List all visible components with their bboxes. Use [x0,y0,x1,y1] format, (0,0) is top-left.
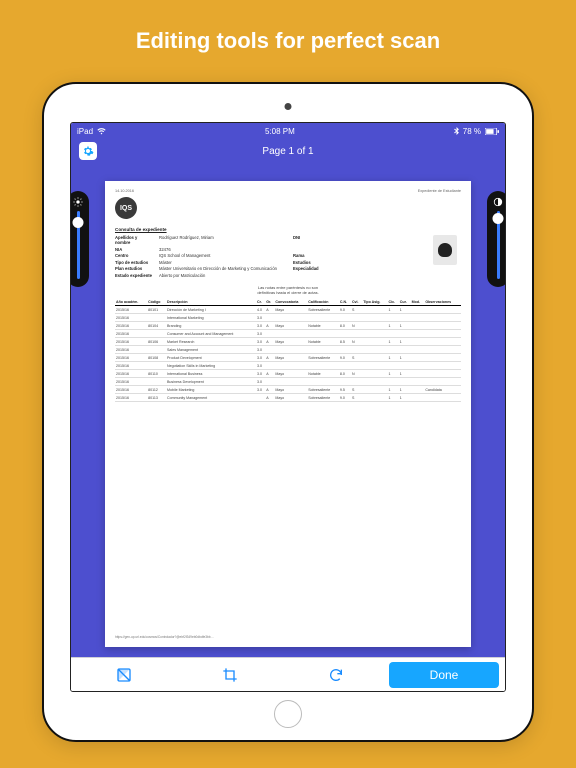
settings-button[interactable] [79,142,97,160]
brightness-icon [73,197,83,207]
table-row: 2015/1680108Product Development3.0AMayoS… [115,354,461,362]
table-row: 2015/1680113Community ManagementAMayoSob… [115,394,461,402]
grades-table: Año académ.CódigoDescripciónCr.Gr.Convoc… [115,299,461,402]
doc-date: 14.10.2016 [115,189,134,193]
table-row: 2015/16International Marketing3.0 [115,314,461,322]
table-row: 2015/16Business Development3.0 [115,378,461,386]
table-row: 2015/1680101Dirección de Marketing I4.0A… [115,306,461,314]
doc-footer-url: https://gen-up.url.edu/cosmos/Controlado… [115,631,461,639]
page-title: Page 1 of 1 [262,146,313,157]
slider-knob[interactable] [73,217,84,228]
rotate-button[interactable] [283,667,389,683]
table-row: 2015/16Consumer and Account and Manageme… [115,330,461,338]
tablet-frame: iPad 5:08 PM 78 % Page 1 of 1 [42,82,534,742]
wifi-icon [97,128,106,135]
table-row: 2015/16Negotiation Skills in Marketing3.… [115,362,461,370]
nav-bar: Page 1 of 1 [71,139,505,163]
contrast-icon [493,197,503,207]
scanned-document[interactable]: 14.10.2016 Expediente de Estudiante IQS … [105,181,471,647]
slider-track[interactable] [497,211,500,279]
screen: iPad 5:08 PM 78 % Page 1 of 1 [70,122,506,692]
battery-icon [485,128,499,135]
battery-label: 78 % [463,127,481,136]
slider-knob[interactable] [493,213,504,224]
table-row: 2015/1680104Branding3.0AMayoNotable8.0N1… [115,322,461,330]
doc-header: Expediente de Estudiante [418,189,461,193]
brightness-slider[interactable] [70,191,89,287]
logo-badge: IQS [115,197,137,219]
filter-button[interactable] [71,667,177,683]
promo-headline: Editing tools for perfect scan [0,28,576,54]
doc-note: Las notas entre paréntesis no sondefinit… [115,285,461,295]
slider-track[interactable] [77,211,80,279]
table-row: 2015/16Sales Management3.0 [115,346,461,354]
contrast-slider[interactable] [487,191,506,287]
crop-button[interactable] [177,667,283,683]
table-row: 2015/1680106Market Research3.0AMayoNotab… [115,338,461,346]
editor-area: 14.10.2016 Expediente de Estudiante IQS … [71,163,505,657]
tablet-camera [285,103,292,110]
home-button [274,700,302,728]
table-row: 2015/1680112Mobile Marketing3.0AMayoSobr… [115,386,461,394]
carrier-label: iPad [77,127,93,136]
status-bar: iPad 5:08 PM 78 % [71,123,505,139]
clock: 5:08 PM [265,127,295,136]
done-button[interactable]: Done [389,662,499,688]
table-row: 2015/1680110International Business3.0AMa… [115,370,461,378]
bluetooth-icon [454,127,459,135]
id-photo [433,235,457,265]
bottom-toolbar: Done [71,657,505,691]
doc-section-title: Consulta de expediente [115,227,461,232]
